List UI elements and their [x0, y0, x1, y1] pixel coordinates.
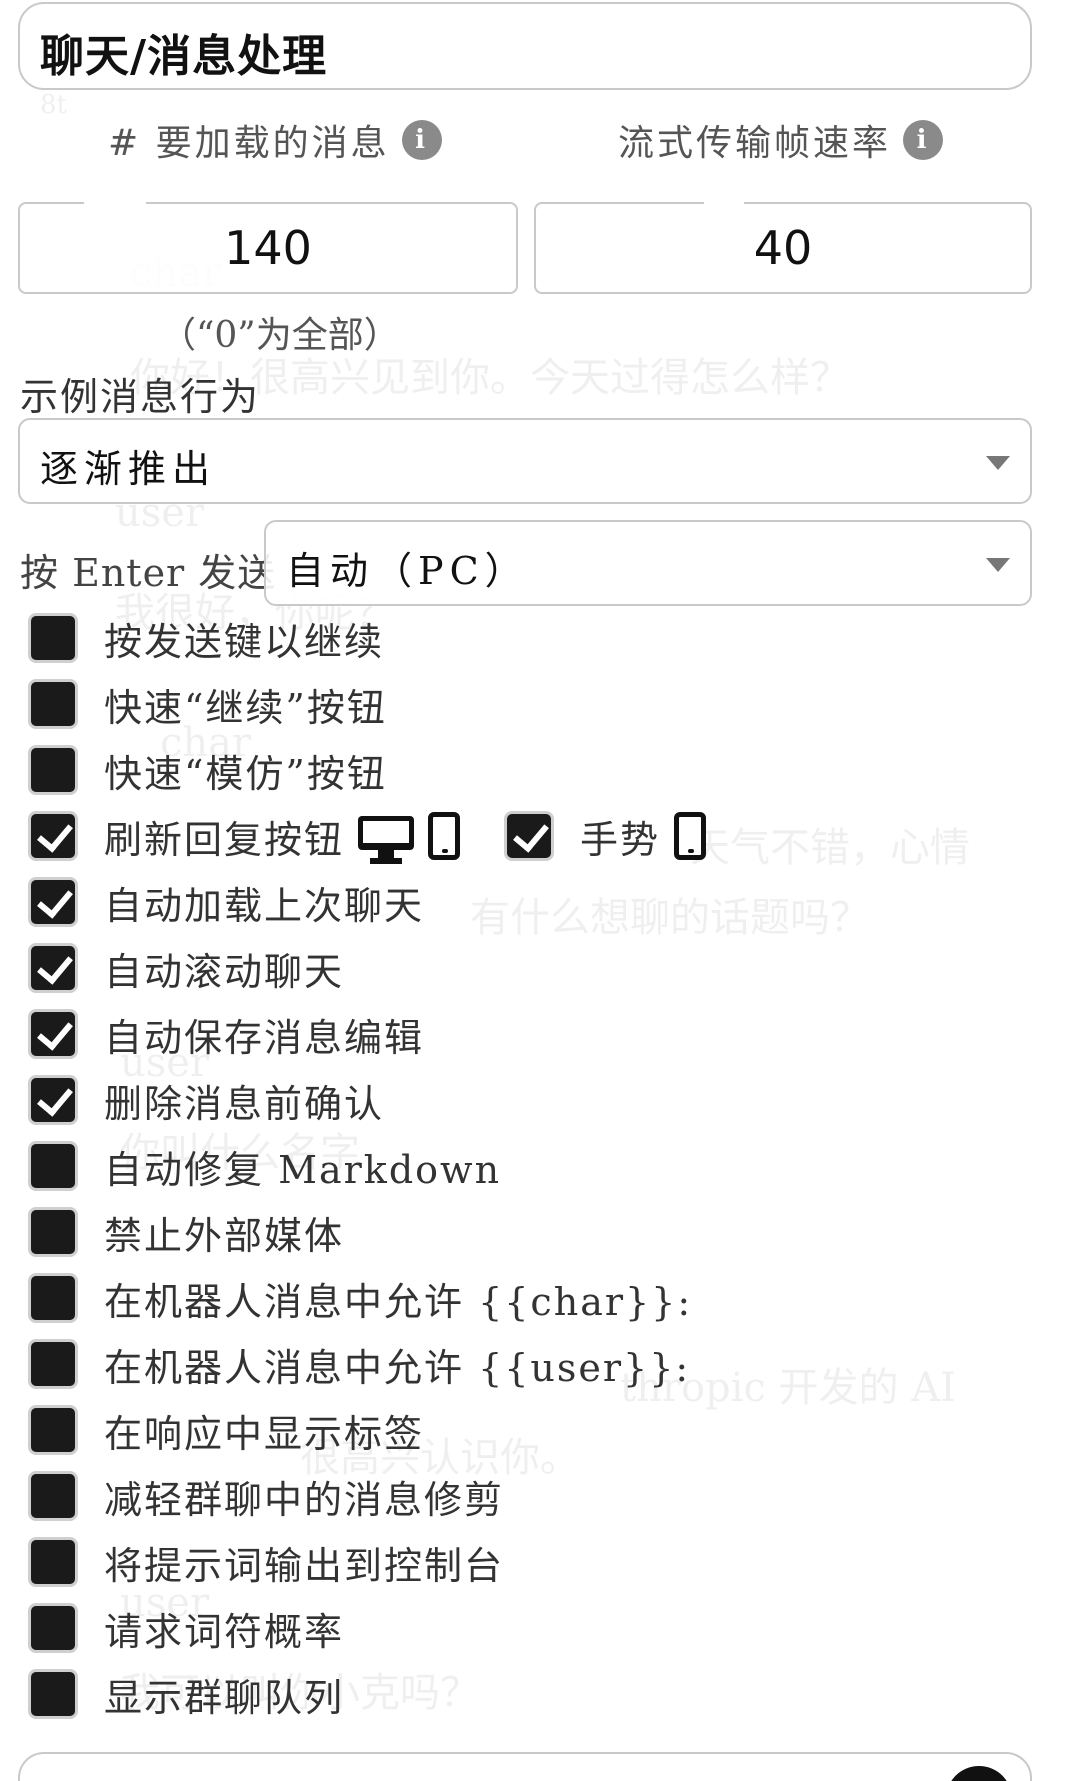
checkbox-row[interactable]: 快速“模仿”按钮: [28, 742, 387, 798]
section-header: 聊天/消息处理: [18, 2, 1032, 90]
example-behavior-label: 示例消息行为: [20, 375, 261, 419]
checkbox-label: 自动修复 Markdown: [104, 1147, 502, 1192]
stream-fps-label: 流式传输帧速率 i: [618, 114, 944, 166]
group-trim-checkbox[interactable]: [28, 1471, 78, 1521]
quick-continue-checkbox[interactable]: [28, 679, 78, 729]
toggle-icon[interactable]: [946, 1766, 1012, 1781]
checkbox-label: 自动保存消息编辑: [104, 1015, 425, 1060]
checkbox-label: 将提示词输出到控制台: [104, 1543, 505, 1588]
checkbox-label: 请求词符概率: [104, 1609, 345, 1654]
checkbox-label: 自动滚动聊天: [104, 949, 345, 994]
stream-fps-input[interactable]: 40: [534, 200, 1032, 294]
checkbox-row[interactable]: 自动加载上次聊天: [28, 874, 424, 930]
checkbox-label: 在响应中显示标签: [104, 1411, 425, 1456]
messages-to-load-note: （“0”为全部）: [160, 315, 400, 356]
messages-to-load-label: # 要加载的消息 i: [108, 114, 442, 166]
checkbox-row[interactable]: 自动修复 Markdown: [28, 1138, 501, 1194]
desktop-icon: [358, 816, 415, 864]
next-section-header[interactable]: [18, 1752, 1032, 1781]
checkbox-row[interactable]: 自动保存消息编辑: [28, 1006, 424, 1062]
send-to-continue-checkbox[interactable]: [28, 613, 78, 663]
stream-fps-label-text: 流式传输帧速率: [618, 123, 892, 164]
confirm-delete-checkbox[interactable]: [28, 1075, 78, 1125]
quick-impersonate-checkbox[interactable]: [28, 745, 78, 795]
checkbox-row[interactable]: 将提示词输出到控制台: [28, 1534, 504, 1590]
checkbox-label: 刷新回复按钮: [104, 817, 345, 862]
swipe-button-checkbox[interactable]: [28, 811, 78, 861]
checkbox-label: 显示群聊队列: [104, 1675, 345, 1720]
auto-load-chat-checkbox[interactable]: [28, 877, 78, 927]
chevron-down-icon: [986, 456, 1010, 470]
stream-fps-value: 40: [753, 221, 813, 275]
example-behavior-selected: 逐渐推出: [40, 447, 217, 491]
enter-send-select[interactable]: 自动（PC）: [264, 520, 1032, 606]
forbid-external-media-checkbox[interactable]: [28, 1207, 78, 1257]
checkbox-label: 自动加载上次聊天: [104, 883, 425, 928]
allow-char-checkbox[interactable]: [28, 1273, 78, 1323]
checkbox-row[interactable]: 显示群聊队列: [28, 1666, 344, 1722]
checkbox-label: 快速“继续”按钮: [104, 685, 387, 730]
gesture-checkbox[interactable]: [504, 811, 555, 861]
checkbox-row[interactable]: 快速“继续”按钮: [28, 676, 387, 732]
settings-panel: 聊天/消息处理 # 要加载的消息 i 140 流式传输帧速率 i 40 （“0”…: [0, 0, 1080, 1781]
checkbox-row[interactable]: 减轻群聊中的消息修剪: [28, 1468, 504, 1524]
checkbox-row[interactable]: 自动滚动聊天: [28, 940, 344, 996]
mobile-icon: [428, 812, 461, 860]
checkbox-row[interactable]: 删除消息前确认: [28, 1072, 384, 1128]
checkbox-label: 在机器人消息中允许 {{user}}:: [104, 1345, 691, 1390]
checkbox-row[interactable]: 在机器人消息中允许 {{char}}:: [28, 1270, 692, 1326]
mobile-icon: [674, 812, 707, 860]
checkbox-row[interactable]: 按发送键以继续: [28, 610, 384, 666]
allow-user-checkbox[interactable]: [28, 1339, 78, 1389]
checkbox-row[interactable]: 在响应中显示标签: [28, 1402, 424, 1458]
show-tags-checkbox[interactable]: [28, 1405, 78, 1455]
checkbox-row[interactable]: 请求词符概率: [28, 1600, 344, 1656]
token-probs-checkbox[interactable]: [28, 1603, 78, 1653]
gesture-label: 手势: [580, 817, 661, 862]
enter-send-selected: 自动（PC）: [286, 549, 529, 593]
checkbox-row[interactable]: 刷新回复按钮 手势: [28, 808, 707, 864]
messages-to-load-label-text: # 要加载的消息: [108, 123, 390, 164]
checkbox-label: 禁止外部媒体: [104, 1213, 345, 1258]
checkbox-label: 减轻群聊中的消息修剪: [104, 1477, 505, 1522]
section-title: 聊天/消息处理: [40, 31, 328, 82]
checkbox-row[interactable]: 禁止外部媒体: [28, 1204, 344, 1260]
example-behavior-select[interactable]: 逐渐推出: [18, 418, 1032, 504]
log-prompts-checkbox[interactable]: [28, 1537, 78, 1587]
auto-save-edits-checkbox[interactable]: [28, 1009, 78, 1059]
auto-fix-markdown-checkbox[interactable]: [28, 1141, 78, 1191]
info-icon[interactable]: i: [401, 120, 442, 160]
messages-to-load-input[interactable]: 140: [18, 200, 518, 294]
checkbox-label: 删除消息前确认: [104, 1081, 385, 1126]
group-queue-checkbox[interactable]: [28, 1669, 78, 1719]
checkbox-label: 快速“模仿”按钮: [104, 751, 387, 796]
checkbox-row[interactable]: 在机器人消息中允许 {{user}}:: [28, 1336, 690, 1392]
checkbox-label: 在机器人消息中允许 {{char}}:: [104, 1279, 693, 1324]
enter-send-label: 按 Enter 发送: [20, 551, 277, 595]
auto-scroll-checkbox[interactable]: [28, 943, 78, 993]
chevron-down-icon: [986, 558, 1010, 572]
info-icon[interactable]: i: [903, 120, 944, 160]
checkbox-label: 按发送键以继续: [104, 619, 385, 664]
messages-to-load-value: 140: [224, 221, 312, 275]
